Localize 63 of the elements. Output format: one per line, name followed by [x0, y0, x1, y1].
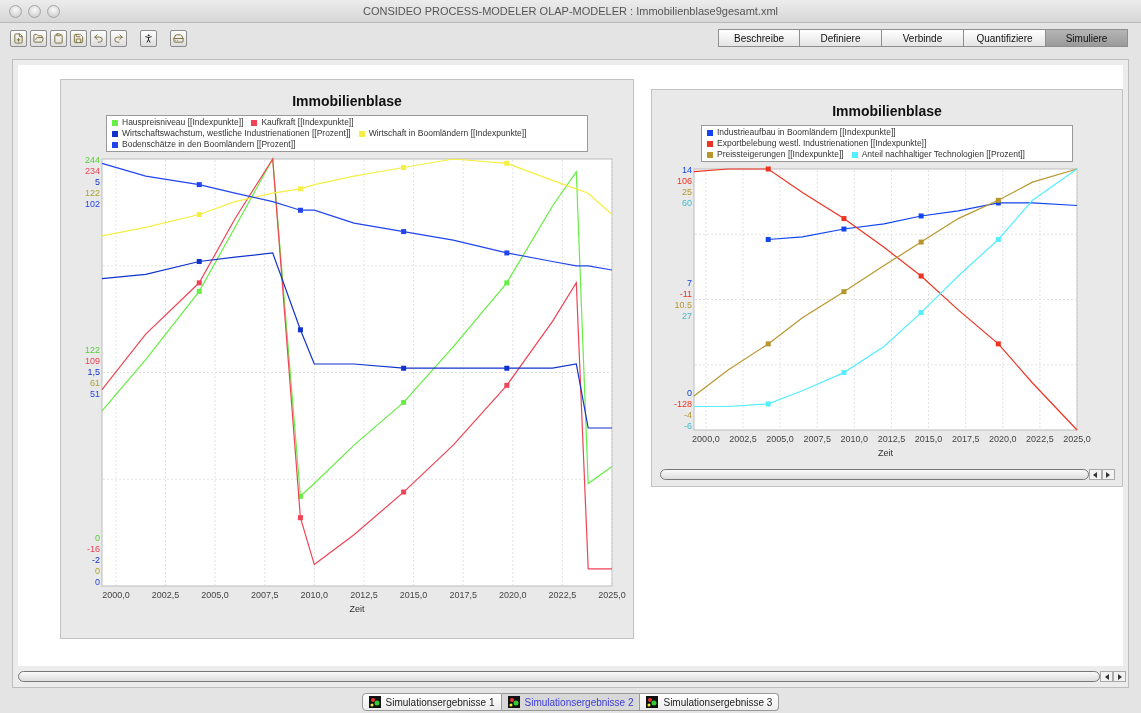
axis-tick-label: -6: [684, 421, 692, 431]
axis-tick-label: 2000,0: [692, 434, 720, 444]
legend-label: Preissteigerungen [[Indexpunkte]]: [717, 149, 844, 160]
axis-tick-label: 2007,5: [250, 590, 279, 600]
axis-tick-label: 27: [682, 310, 692, 321]
axis-tick-label: 7: [687, 277, 692, 288]
axis-tick-label: 2007,5: [803, 434, 831, 444]
axis-tick-label: -11: [679, 288, 692, 299]
axis-tick-label: 2005,0: [766, 434, 794, 444]
axis-title: Zeit: [878, 448, 893, 458]
axis-tick-label: 2005,0: [201, 590, 229, 600]
axis-tick-label: 14: [682, 166, 692, 175]
axis-tick-label: 2002,5: [729, 434, 757, 444]
axis-tick-label: 2017,5: [449, 590, 477, 600]
axis-tick-label: 2015,0: [399, 590, 428, 600]
axis-tick-label: 60: [682, 198, 692, 208]
axis-tick-label: 234: [84, 166, 100, 176]
axis-tick-label: 1,5: [87, 367, 100, 377]
axis-tick-label: 109: [84, 356, 100, 366]
axis-tick-label: -16: [87, 544, 100, 554]
axis-tick-label: 0: [687, 388, 692, 398]
axis-tick-label: 2025,0: [1063, 434, 1091, 444]
axis-tick-label: 61: [90, 378, 100, 388]
axis-tick-label: 51: [90, 389, 100, 399]
legend-label: Exportbelebung westl. Industrienationen [[Indexpunkte]]: [717, 138, 927, 149]
legend-label: Anteil nachhaltiger Technologien [[Prozent]]: [861, 149, 1025, 160]
axis-tick-label: 244: [84, 156, 100, 165]
axis-tick-label: 0: [95, 533, 100, 543]
axis-tick-label: 2017,5: [951, 434, 980, 444]
axis-tick-label: 25: [682, 187, 692, 197]
legend-label: Kaufkraft [[Indexpunkte]]: [261, 117, 354, 128]
axis-tick-label: 122: [84, 345, 100, 355]
axis-tick-label: 5: [95, 177, 100, 187]
axis-tick-label: -4: [684, 410, 692, 420]
axis-tick-label: 10.5: [674, 299, 692, 310]
axis-tick-label: 106: [676, 176, 692, 186]
axis-tick-label: 2012,5: [350, 590, 378, 600]
legend-label: Industrieaufbau in Boomländern [[Indexpunkte]]: [717, 127, 896, 138]
axis-tick-label: 2000,0: [102, 590, 130, 600]
axis-tick-label: 2022,5: [1026, 434, 1054, 444]
axis-tick-label: 2025,0: [598, 590, 626, 600]
axis-tick-label: 2010,0: [300, 590, 329, 600]
legend-label: Hauspreisniveau [[Indexpunkte]]: [122, 117, 244, 128]
axis-tick-label: 2022,5: [548, 590, 577, 600]
window-title: CONSIDEO PROCESS-MODELER OLAP-MODELER : Immobilienblase9gesamt.xml: [361, 5, 780, 17]
axis-tick-label: -128: [674, 399, 692, 409]
axis-tick-label: 2015,0: [914, 434, 943, 444]
legend-label: Bodenschätze in den Boomländern [[Prozent]]: [122, 139, 296, 150]
axis-tick-label: 2002,5: [151, 590, 180, 600]
axis-title: Zeit: [349, 604, 365, 614]
axis-tick-label: 2012,5: [877, 434, 906, 444]
axis-tick-label: 0: [95, 566, 100, 576]
axis-tick-label: 0: [95, 577, 100, 587]
axis-tick-label: 2020,0: [989, 434, 1017, 444]
legend-label: Wirtschaft in Boomländern [[Indexpunkte]]: [368, 128, 527, 139]
axis-tick-label: -2: [92, 555, 100, 565]
chart-title: Immobilienblase: [832, 103, 942, 119]
chart-title: Immobilienblase: [292, 93, 402, 109]
axis-tick-label: 122: [84, 188, 100, 198]
legend-label: Wirtschaftswachstum, westliche Industrienationen [[Prozent]]: [122, 128, 351, 139]
axis-tick-label: 2010,0: [840, 434, 869, 444]
axis-tick-label: 2020,0: [499, 590, 527, 600]
axis-tick-label: 102: [84, 199, 100, 209]
